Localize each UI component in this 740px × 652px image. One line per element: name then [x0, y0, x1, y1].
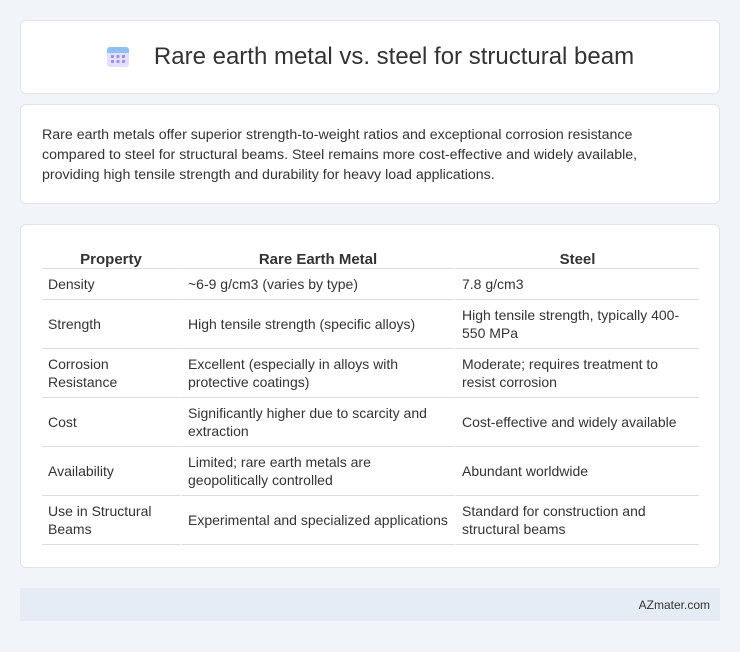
table-cell: High tensile strength (specific alloys)	[180, 300, 454, 349]
table-cell: Strength	[42, 300, 180, 349]
table-cell: Significantly higher due to scarcity and…	[180, 398, 454, 447]
summary-card: Rare earth metals offer superior strengt…	[20, 104, 720, 204]
table-header-row: Property Rare Earth Metal Steel	[42, 245, 699, 269]
table-cell: Density	[42, 269, 180, 300]
column-header-property: Property	[42, 245, 180, 269]
column-header-steel: Steel	[454, 245, 699, 269]
table-row: Availability Limited; rare earth metals …	[42, 447, 699, 496]
table-cell: Excellent (especially in alloys with pro…	[180, 349, 454, 398]
calendar-icon	[106, 45, 130, 69]
table-cell: Use in Structural Beams	[42, 496, 180, 545]
comparison-table-card: Property Rare Earth Metal Steel Density …	[20, 224, 720, 568]
table-row: Density ~6-9 g/cm3 (varies by type) 7.8 …	[42, 269, 699, 300]
column-header-rare-earth-metal: Rare Earth Metal	[180, 245, 454, 269]
table-cell: Availability	[42, 447, 180, 496]
title-card: Rare earth metal vs. steel for structura…	[20, 20, 720, 94]
table-cell: Limited; rare earth metals are geopoliti…	[180, 447, 454, 496]
table-cell: 7.8 g/cm3	[454, 269, 699, 300]
table-cell: High tensile strength, typically 400-550…	[454, 300, 699, 349]
table-row: Cost Significantly higher due to scarcit…	[42, 398, 699, 447]
table-cell: ~6-9 g/cm3 (varies by type)	[180, 269, 454, 300]
footer-brand: AZmater.com	[638, 597, 710, 612]
table-cell: Moderate; requires treatment to resist c…	[454, 349, 699, 398]
table-row: Strength High tensile strength (specific…	[42, 300, 699, 349]
footer: AZmater.com	[20, 588, 720, 621]
table-cell: Cost-effective and widely available	[454, 398, 699, 447]
table-cell: Corrosion Resistance	[42, 349, 180, 398]
table-row: Corrosion Resistance Excellent (especial…	[42, 349, 699, 398]
page-title: Rare earth metal vs. steel for structura…	[153, 43, 635, 70]
comparison-table: Property Rare Earth Metal Steel Density …	[42, 245, 699, 545]
table-cell: Experimental and specialized application…	[180, 496, 454, 545]
table-cell: Cost	[42, 398, 180, 447]
table-row: Use in Structural Beams Experimental and…	[42, 496, 699, 545]
table-cell: Standard for construction and structural…	[454, 496, 699, 545]
summary-text: Rare earth metals offer superior strengt…	[42, 127, 638, 183]
table-cell: Abundant worldwide	[454, 447, 699, 496]
